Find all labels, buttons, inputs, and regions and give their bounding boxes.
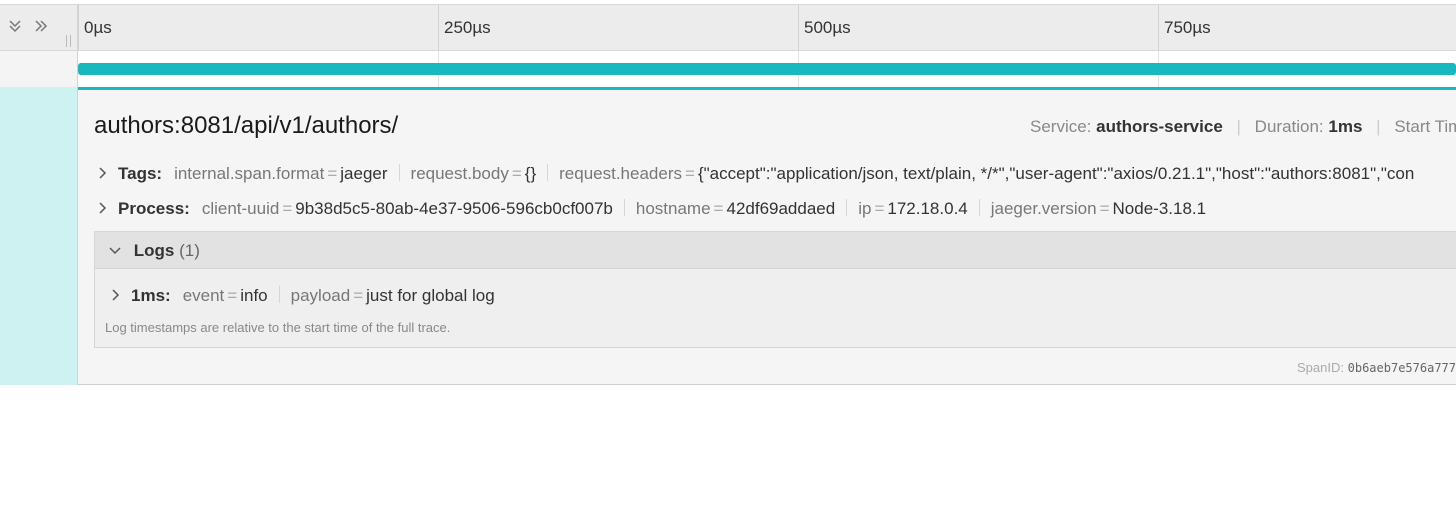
chevron-down-icon (109, 241, 123, 261)
equals-sign: = (353, 286, 364, 305)
log-key: event (182, 286, 225, 305)
divider (278, 286, 280, 303)
tick-label: 0µs (84, 18, 112, 37)
tick-label: 750µs (1164, 18, 1211, 37)
tags-label: Tags: (118, 164, 163, 183)
equals-sign: = (685, 164, 695, 183)
span-overview: Service: authors-service | Duration: 1ms… (1030, 117, 1456, 137)
log-timestamp: 1ms: (131, 286, 171, 305)
column-resizer-handle[interactable] (66, 35, 71, 47)
span-row[interactable] (0, 51, 1456, 87)
equals-sign: = (227, 286, 238, 305)
collapse-all-button[interactable] (6, 17, 24, 35)
timeline-header-controls (0, 5, 78, 50)
logs-section: Logs (1) 1ms: event = info payload = just for … (94, 231, 1456, 348)
equals-sign: = (511, 164, 522, 183)
equals-sign: = (282, 199, 293, 218)
logs-title: Logs (133, 241, 175, 260)
divider (978, 199, 980, 216)
tick-label: 250µs (444, 18, 491, 37)
start-time-label: Start Time (1394, 117, 1456, 136)
tag-item: request.headers = {"accept":"application/j… (559, 164, 1414, 184)
double-chevron-down-icon (9, 20, 21, 33)
duration-label: Duration: (1254, 117, 1324, 136)
log-value: just for global log (366, 286, 495, 305)
chevron-right-icon[interactable] (98, 199, 112, 219)
logs-header[interactable]: Logs (1) (95, 232, 1456, 269)
tick-2: 500µs (798, 5, 851, 50)
span-detail-row: authors:8081/api/v1/authors/ Service: au… (0, 87, 1456, 385)
tag-item: request.body ={} (411, 164, 537, 184)
divider (547, 164, 549, 181)
tag-value: {"accept":"application/json, text/plain,… (697, 164, 1415, 183)
span-id: SpanID: 0b6aeb7e576a777 (1297, 360, 1456, 375)
tag-value: {} (524, 164, 537, 183)
divider (398, 164, 400, 181)
span-row-name-cell[interactable] (0, 51, 78, 87)
log-field: event = info (183, 286, 268, 306)
expand-all-button[interactable] (32, 17, 50, 35)
tick-3: 750µs (1158, 5, 1211, 50)
log-field: payload = just for global log (291, 286, 495, 306)
span-detail-panel: authors:8081/api/v1/authors/ Service: au… (78, 87, 1456, 385)
process-value: 172.18.0.4 (887, 199, 968, 218)
double-chevron-right-icon (35, 20, 48, 32)
process-key: client-uuid (201, 199, 280, 218)
process-label: Process: (118, 199, 190, 218)
tick-label: 500µs (804, 18, 851, 37)
equals-sign: = (713, 199, 724, 218)
tick-0: 0µs (78, 5, 112, 50)
process-row[interactable]: Process: client-uuid = 9b38d5c5-80ab-4e37-9… (98, 199, 1206, 221)
log-key: payload (290, 286, 351, 305)
logs-toggle[interactable]: Logs (1) (109, 241, 200, 261)
tags-row[interactable]: Tags: internal.span.format = jaeger request.… (98, 164, 1414, 186)
divider: | (1236, 117, 1241, 136)
equals-sign: = (874, 199, 885, 218)
tag-key: request.headers (559, 164, 682, 183)
timeline-header: 0µs 250µs 500µs 750µs (0, 4, 1456, 51)
process-key: ip (858, 199, 872, 218)
logs-count: (1) (179, 241, 200, 260)
duration-value: 1ms (1328, 117, 1363, 136)
span-detail-indent (0, 87, 78, 385)
divider: | (1376, 117, 1381, 136)
divider (623, 199, 625, 216)
span-id-value: 0b6aeb7e576a777 (1347, 361, 1456, 375)
process-value: Node-3.18.1 (1112, 199, 1207, 218)
process-item: client-uuid = 9b38d5c5-80ab-4e37-9506-596c… (202, 199, 613, 219)
divider (846, 199, 848, 216)
operation-name: authors:8081/api/v1/authors/ (94, 112, 399, 139)
tag-value: jaeger (340, 164, 388, 183)
process-value: 42df69addaed (726, 199, 836, 218)
equals-sign: = (327, 164, 338, 183)
trace-view: 0µs 250µs 500µs 750µs authors:8081/api/v… (0, 0, 1456, 531)
process-value: 9b38d5c5-80ab-4e37-9506-596cb0cf007b (295, 199, 613, 218)
tag-key: request.body (410, 164, 509, 183)
service-value: authors-service (1096, 117, 1223, 136)
log-value: info (240, 286, 268, 305)
chevron-right-icon[interactable] (98, 164, 112, 184)
service-label: Service: (1030, 117, 1092, 136)
equals-sign: = (1099, 199, 1110, 218)
chevron-right-icon[interactable] (111, 286, 125, 306)
tag-item: internal.span.format = jaeger (174, 164, 387, 184)
log-entry[interactable]: 1ms: event = info payload = just for global lo… (111, 286, 495, 306)
process-item: hostname = 42df69addaed (636, 199, 835, 219)
logs-note: Log timestamps are relative to the start… (105, 320, 451, 335)
span-id-label: SpanID: (1297, 360, 1344, 375)
span-bar[interactable] (78, 63, 1456, 75)
process-item: ip = 172.18.0.4 (858, 199, 968, 219)
process-key: hostname (635, 199, 711, 218)
tick-1: 250µs (438, 5, 491, 50)
process-item: jaeger.version = Node-3.18.1 (991, 199, 1206, 219)
tag-key: internal.span.format (174, 164, 325, 183)
process-key: jaeger.version (990, 199, 1097, 218)
